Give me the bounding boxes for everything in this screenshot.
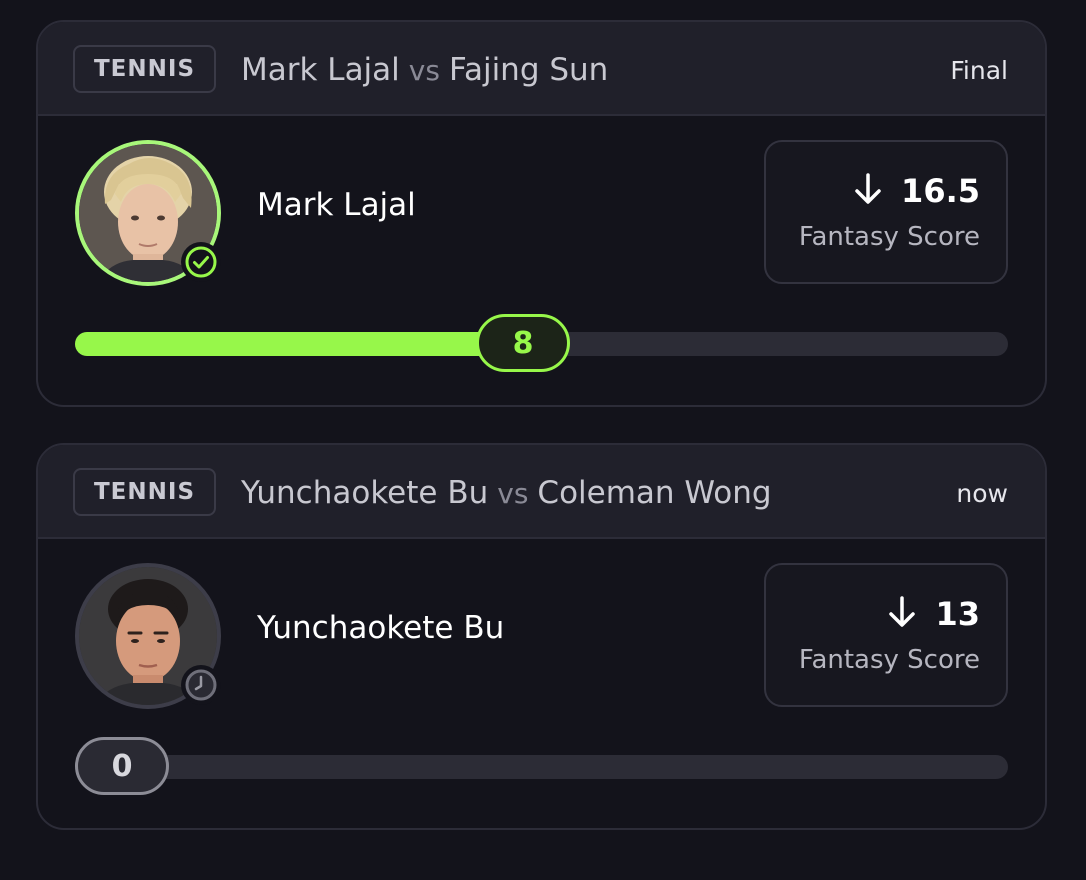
- progress-value-pill: 8: [476, 314, 570, 372]
- fantasy-score-box[interactable]: 13 Fantasy Score: [764, 563, 1008, 707]
- fantasy-score-box[interactable]: 16.5 Fantasy Score: [764, 140, 1008, 284]
- matchup-player-b: Coleman Wong: [537, 475, 772, 511]
- matchup-title: Yunchaokete Bu vs Coleman Wong: [241, 469, 772, 517]
- projection-card[interactable]: TENNIS Yunchaokete Bu vs Coleman Wong no…: [36, 443, 1047, 830]
- score-value: 16.5: [901, 172, 980, 210]
- player-name: Mark Lajal: [257, 187, 416, 223]
- card-header: TENNIS Yunchaokete Bu vs Coleman Wong no…: [38, 445, 1045, 539]
- sport-tag: TENNIS: [73, 468, 216, 516]
- score-label: Fantasy Score: [798, 222, 980, 252]
- matchup-player-a: Yunchaokete Bu: [241, 475, 489, 511]
- score-row: 13: [887, 595, 980, 633]
- matchup-vs: vs: [497, 476, 529, 510]
- score-row: 16.5: [853, 172, 980, 210]
- progress-track: 0: [75, 737, 1008, 795]
- player-avatar: [75, 563, 221, 709]
- game-status: now: [956, 478, 1008, 508]
- arrow-down-icon: [853, 173, 883, 209]
- matchup-vs: vs: [408, 53, 440, 87]
- player-avatar: [75, 140, 221, 286]
- progress-fill: [75, 332, 523, 356]
- matchup-title: Mark Lajal vs Fajing Sun: [241, 46, 608, 94]
- progress-track: 8: [75, 314, 1008, 372]
- arrow-down-icon: [887, 596, 917, 632]
- progress-value-pill: 0: [75, 737, 169, 795]
- check-circle-icon: [181, 242, 221, 282]
- matchup-player-a: Mark Lajal: [241, 52, 400, 88]
- player-name: Yunchaokete Bu: [257, 610, 505, 646]
- game-status: Final: [950, 55, 1008, 85]
- score-value: 13: [935, 595, 980, 633]
- clock-icon: [181, 665, 221, 705]
- card-header: TENNIS Mark Lajal vs Fajing Sun Final: [38, 22, 1045, 116]
- projection-card[interactable]: TENNIS Mark Lajal vs Fajing Sun Final Ma…: [36, 20, 1047, 407]
- matchup-player-b: Fajing Sun: [448, 52, 609, 88]
- score-label: Fantasy Score: [798, 645, 980, 675]
- sport-tag: TENNIS: [73, 45, 216, 93]
